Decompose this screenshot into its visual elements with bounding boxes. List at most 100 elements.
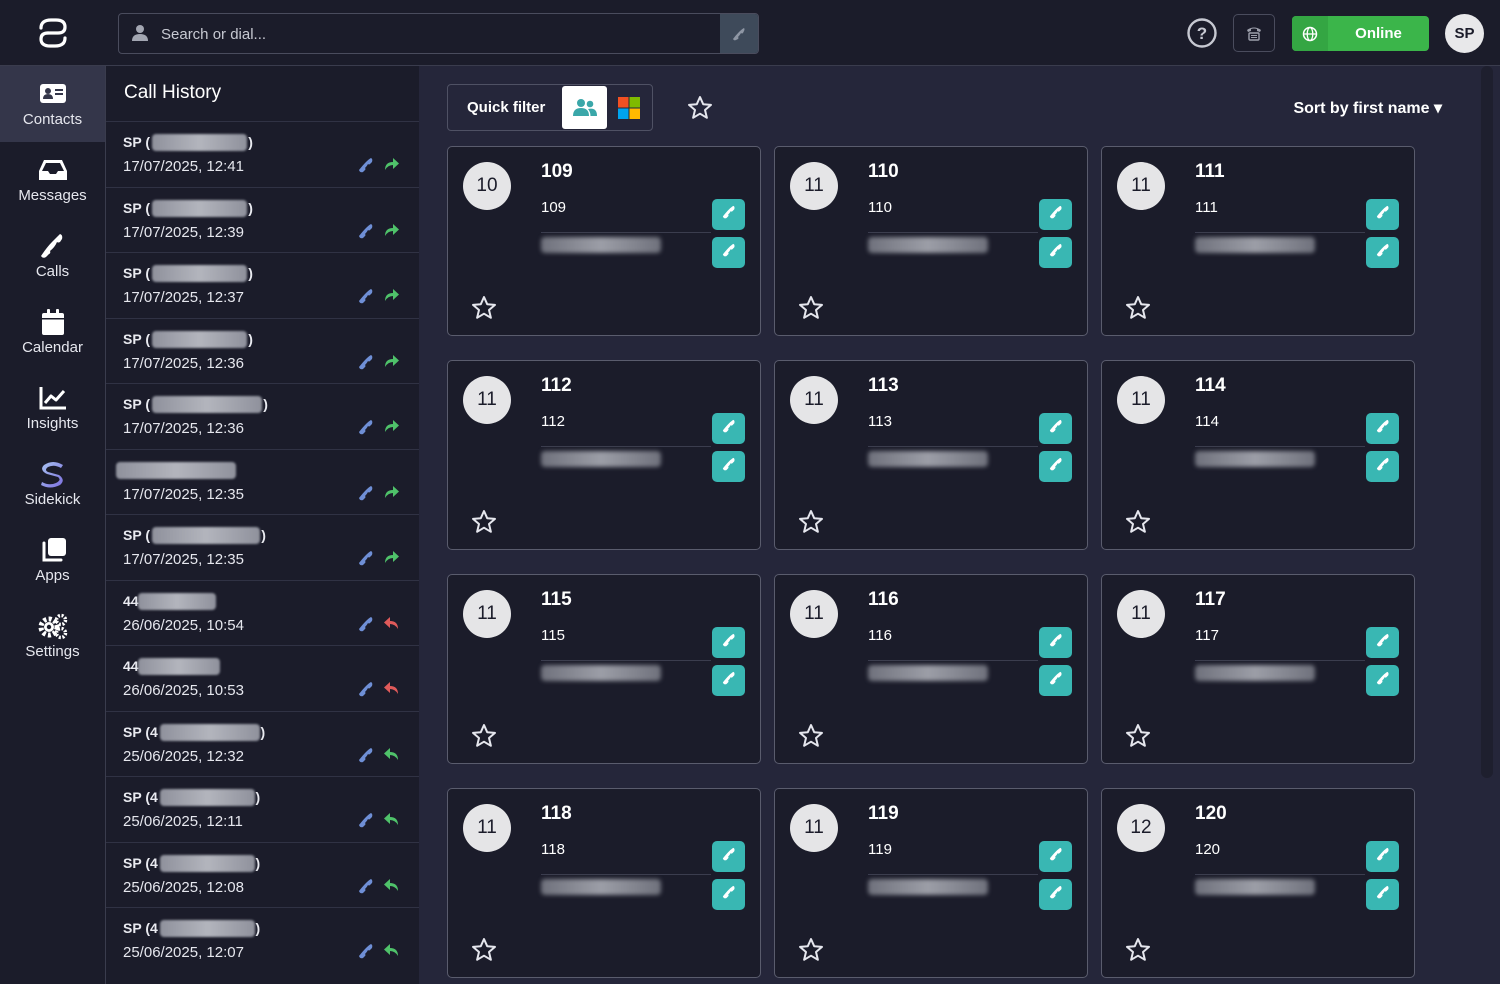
call-history-row[interactable]: 44 26/06/2025, 10:54 bbox=[106, 579, 419, 645]
nav-item-contacts[interactable]: Contacts bbox=[0, 66, 105, 142]
contact-card[interactable]: 12 120 120 bbox=[1101, 788, 1415, 978]
call-extension-button[interactable] bbox=[712, 627, 745, 658]
call-number-button[interactable] bbox=[1366, 879, 1399, 910]
favorite-star-icon[interactable] bbox=[1125, 295, 1151, 321]
contact-card[interactable]: 10 109 109 bbox=[447, 146, 761, 336]
call-extension-button[interactable] bbox=[1039, 413, 1072, 444]
favorite-star-icon[interactable] bbox=[1125, 723, 1151, 749]
call-back-phone-icon[interactable] bbox=[358, 681, 374, 697]
call-extension-button[interactable] bbox=[1366, 841, 1399, 872]
nav-item-settings[interactable]: Settings bbox=[0, 598, 105, 674]
call-back-phone-icon[interactable] bbox=[358, 616, 374, 632]
call-extension-button[interactable] bbox=[1366, 413, 1399, 444]
call-extension-button[interactable] bbox=[712, 199, 745, 230]
contact-card[interactable]: 11 110 110 bbox=[774, 146, 1088, 336]
call-history-row[interactable]: SP () 17/07/2025, 12:35 bbox=[106, 514, 419, 579]
contact-card[interactable]: 11 117 117 bbox=[1101, 574, 1415, 764]
nav-item-insights[interactable]: Insights bbox=[0, 370, 105, 446]
contact-card[interactable]: 11 115 115 bbox=[447, 574, 761, 764]
call-history-row[interactable]: SP () 17/07/2025, 12:37 bbox=[106, 252, 419, 317]
scrollbar[interactable] bbox=[1481, 66, 1493, 778]
favorites-filter-star-icon[interactable] bbox=[687, 95, 713, 121]
call-history-row[interactable]: 17/07/2025, 12:35 bbox=[106, 448, 419, 514]
dial-button[interactable] bbox=[720, 14, 758, 53]
favorite-star-icon[interactable] bbox=[471, 295, 497, 321]
sort-dropdown[interactable]: Sort by first name ▾ bbox=[1293, 98, 1442, 118]
caller-name-suffix: ) bbox=[255, 789, 261, 805]
nav-item-calls[interactable]: Calls bbox=[0, 218, 105, 294]
call-number-button[interactable] bbox=[1039, 665, 1072, 696]
call-history-row[interactable]: SP (4) 25/06/2025, 12:11 bbox=[106, 776, 419, 841]
people-filter-button[interactable] bbox=[562, 86, 607, 129]
call-extension-button[interactable] bbox=[1366, 627, 1399, 658]
contact-extension: 115 bbox=[541, 627, 565, 644]
inbox-icon bbox=[39, 160, 67, 180]
favorite-star-icon[interactable] bbox=[798, 937, 824, 963]
call-back-phone-icon[interactable] bbox=[358, 878, 374, 894]
call-history-row[interactable]: 44 26/06/2025, 10:53 bbox=[106, 645, 419, 710]
favorite-star-icon[interactable] bbox=[798, 723, 824, 749]
call-history-row[interactable]: SP () 17/07/2025, 12:36 bbox=[106, 383, 419, 448]
call-history-row[interactable]: SP () 17/07/2025, 12:41 bbox=[106, 121, 419, 186]
call-extension-button[interactable] bbox=[1039, 199, 1072, 230]
call-back-phone-icon[interactable] bbox=[358, 485, 374, 501]
call-history-row[interactable]: SP () 17/07/2025, 12:36 bbox=[106, 317, 419, 383]
desk-phone-button[interactable] bbox=[1233, 14, 1275, 52]
call-number-button[interactable] bbox=[1039, 879, 1072, 910]
call-back-phone-icon[interactable] bbox=[358, 288, 374, 304]
call-number-button[interactable] bbox=[712, 237, 745, 268]
favorite-star-icon[interactable] bbox=[471, 937, 497, 963]
nav-label: Sidekick bbox=[24, 491, 81, 508]
favorite-star-icon[interactable] bbox=[1125, 937, 1151, 963]
call-history-row[interactable]: SP (4) 25/06/2025, 12:07 bbox=[106, 907, 419, 972]
call-back-phone-icon[interactable] bbox=[358, 354, 374, 370]
favorite-star-icon[interactable] bbox=[798, 295, 824, 321]
call-back-phone-icon[interactable] bbox=[358, 812, 374, 828]
contact-card[interactable]: 11 116 116 bbox=[774, 574, 1088, 764]
favorite-star-icon[interactable] bbox=[471, 723, 497, 749]
favorite-star-icon[interactable] bbox=[471, 509, 497, 535]
nav-item-messages[interactable]: Messages bbox=[0, 142, 105, 218]
caller-name-suffix: ) bbox=[248, 199, 253, 216]
phone-icon bbox=[722, 205, 736, 224]
call-number-button[interactable] bbox=[712, 451, 745, 482]
contact-card[interactable]: 11 119 119 bbox=[774, 788, 1088, 978]
contact-card[interactable]: 11 112 112 bbox=[447, 360, 761, 550]
call-number-button[interactable] bbox=[1366, 451, 1399, 482]
status-toggle[interactable]: Online bbox=[1292, 16, 1429, 51]
call-extension-button[interactable] bbox=[1039, 627, 1072, 658]
favorite-star-icon[interactable] bbox=[1125, 509, 1151, 535]
favorite-star-icon[interactable] bbox=[798, 509, 824, 535]
microsoft-filter-icon[interactable] bbox=[618, 97, 640, 119]
help-icon[interactable]: ? bbox=[1186, 17, 1218, 49]
call-number-button[interactable] bbox=[1039, 451, 1072, 482]
call-extension-button[interactable] bbox=[712, 841, 745, 872]
call-back-phone-icon[interactable] bbox=[358, 419, 374, 435]
call-history-row[interactable]: SP () 17/07/2025, 12:39 bbox=[106, 186, 419, 252]
call-number-button[interactable] bbox=[1366, 665, 1399, 696]
call-back-phone-icon[interactable] bbox=[358, 223, 374, 239]
call-history-row[interactable]: SP (4) 25/06/2025, 12:08 bbox=[106, 841, 419, 907]
call-history-row[interactable]: SP (4) 25/06/2025, 12:32 bbox=[106, 710, 419, 776]
nav-item-sidekick[interactable]: Sidekick bbox=[0, 446, 105, 522]
nav-item-apps[interactable]: Apps bbox=[0, 522, 105, 598]
call-extension-button[interactable] bbox=[1366, 199, 1399, 230]
call-back-phone-icon[interactable] bbox=[358, 157, 374, 173]
call-extension-button[interactable] bbox=[1039, 841, 1072, 872]
call-number-button[interactable] bbox=[1039, 237, 1072, 268]
app-logo-icon[interactable] bbox=[34, 14, 72, 52]
search-input[interactable] bbox=[159, 14, 723, 55]
call-back-phone-icon[interactable] bbox=[358, 550, 374, 566]
nav-item-calendar[interactable]: Calendar bbox=[0, 294, 105, 370]
contact-card[interactable]: 11 111 111 bbox=[1101, 146, 1415, 336]
contact-card[interactable]: 11 113 113 bbox=[774, 360, 1088, 550]
user-avatar[interactable]: SP bbox=[1445, 14, 1484, 53]
contact-card[interactable]: 11 118 118 bbox=[447, 788, 761, 978]
call-back-phone-icon[interactable] bbox=[358, 943, 374, 959]
call-extension-button[interactable] bbox=[712, 413, 745, 444]
call-number-button[interactable] bbox=[1366, 237, 1399, 268]
contact-card[interactable]: 11 114 114 bbox=[1101, 360, 1415, 550]
call-number-button[interactable] bbox=[712, 665, 745, 696]
call-number-button[interactable] bbox=[712, 879, 745, 910]
call-back-phone-icon[interactable] bbox=[358, 747, 374, 763]
